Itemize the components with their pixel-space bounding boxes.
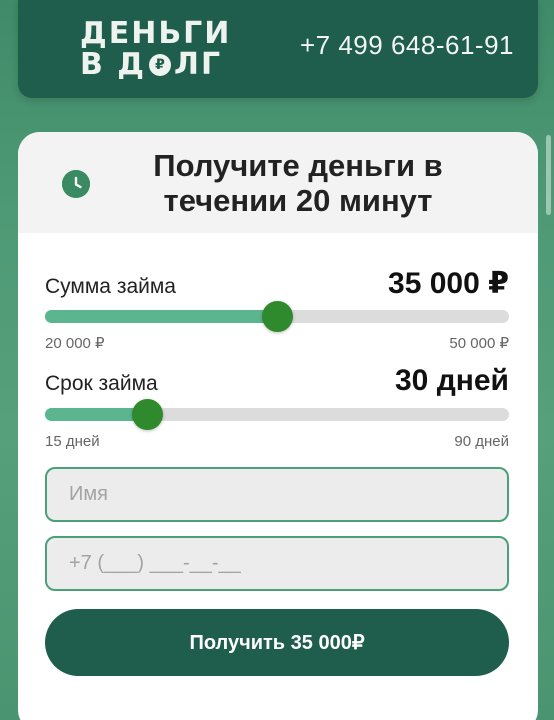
term-min-label: 15 дней [45,433,100,450]
name-input[interactable] [45,467,509,522]
logo-line-2-end: ЛГ [174,47,223,82]
card-header: Получите деньги в течении 20 минут [18,132,538,233]
amount-min-label: 20 000 ₽ [45,335,105,352]
phone-input[interactable] [45,536,509,591]
amount-slider-fill [45,310,277,323]
term-range-labels: 15 дней 90 дней [45,433,509,450]
amount-slider-handle[interactable] [261,301,293,332]
term-label: Срок займа [45,372,158,395]
amount-slider[interactable] [45,301,509,332]
term-max-label: 90 дней [454,433,509,450]
term-row: Срок займа 30 дней [45,364,509,398]
ruble-coin-icon: ₽ [149,53,172,76]
phone-number-link[interactable]: +7 499 648-61-91 [300,30,514,61]
term-slider-handle[interactable] [131,399,163,430]
clock-icon [62,170,90,198]
logo-line-2: В Д ₽ ЛГ [80,49,240,80]
term-value: 30 дней [395,364,509,397]
term-slider[interactable] [45,399,509,430]
logo[interactable]: ДЕНЬГИ В Д ₽ ЛГ [80,18,240,80]
amount-range-labels: 20 000 ₽ 50 000 ₽ [45,334,509,352]
amount-max-label: 50 000 ₽ [449,335,509,352]
amount-value: 35 000 ₽ [388,267,509,300]
get-money-button[interactable]: Получить 35 000₽ [45,609,509,676]
logo-line-2-start: В Д [80,47,147,82]
logo-line-1: ДЕНЬГИ [80,16,232,51]
site-header: ДЕНЬГИ В Д ₽ ЛГ +7 499 648-61-91 [18,0,538,98]
amount-row: Сумма займа 35 000 ₽ [45,266,509,301]
page-scrollbar[interactable] [546,135,551,215]
amount-label: Сумма займа [45,275,176,298]
loan-form-card: Получите деньги в течении 20 минут Сумма… [18,132,538,720]
card-title: Получите деньги в течении 20 минут [153,148,443,218]
